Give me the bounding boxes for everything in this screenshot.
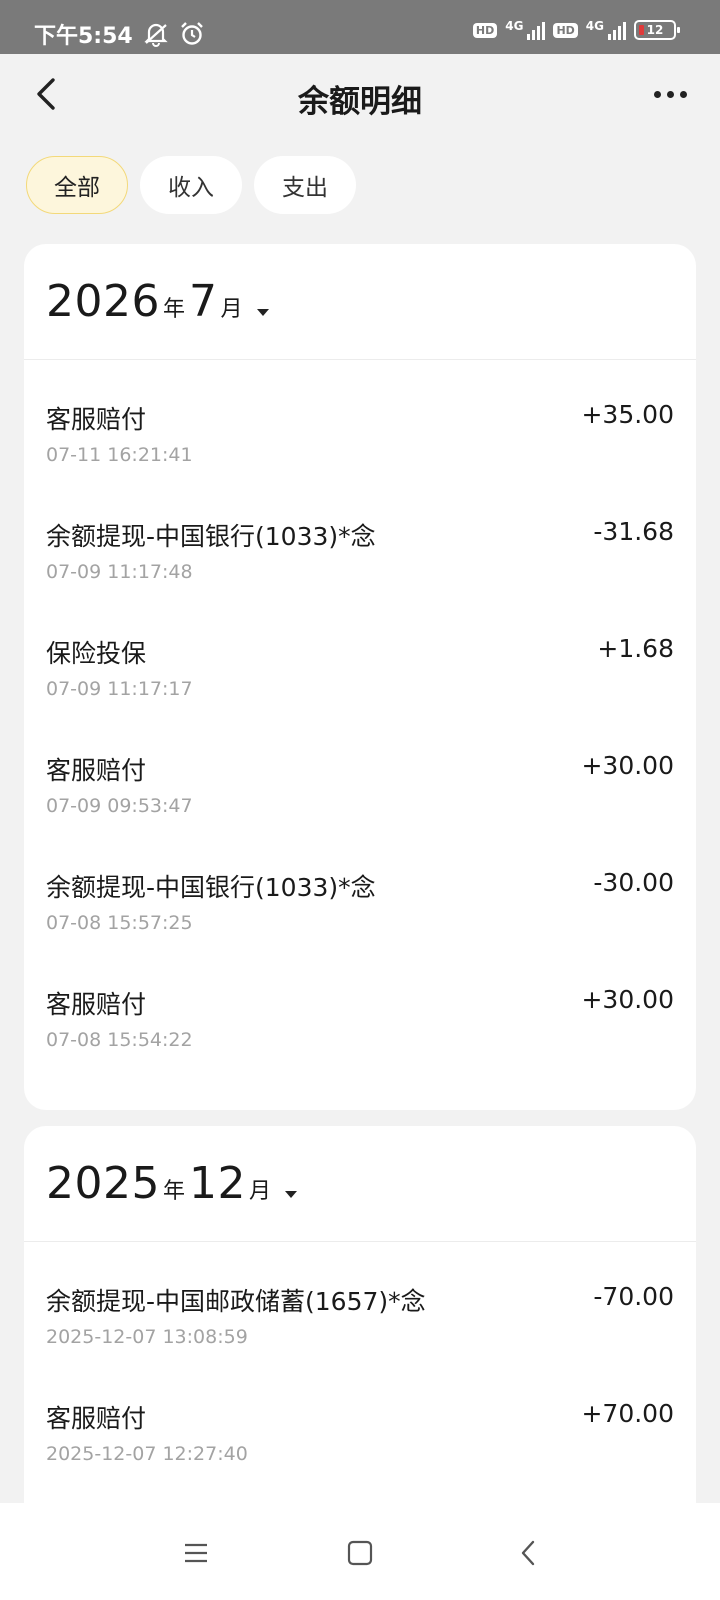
transaction-time: 2025-12-07 13:08:59 [46, 1326, 248, 1348]
transaction-name: 余额提现-中国邮政储蓄(1657)*念 [46, 1287, 426, 1316]
network-type: 4G [505, 19, 524, 33]
month-value: 12 [189, 1158, 246, 1209]
hd-badge-2: HD [553, 22, 578, 38]
transaction-name: 客服赔付 [46, 1404, 147, 1433]
year-value: 2025 [46, 1158, 160, 1209]
transaction-amount: +70.00 [581, 1399, 674, 1428]
transaction-time: 07-09 11:17:17 [46, 678, 193, 700]
year-value: 2026 [46, 276, 160, 327]
year-unit: 年 [162, 1179, 185, 1204]
transaction-name: 客服赔付 [46, 990, 147, 1019]
filter-all[interactable]: 全部 [26, 156, 128, 214]
month-selector[interactable]: 2025 年 12 月 [24, 1126, 696, 1242]
transaction-amount: -30.00 [593, 868, 674, 897]
recent-apps-button[interactable] [176, 1533, 216, 1573]
transaction-name: 客服赔付 [46, 756, 147, 785]
filter-income[interactable]: 收入 [140, 156, 242, 214]
transaction-amount: +35.00 [581, 400, 674, 429]
menu-icon [185, 1543, 207, 1563]
month-value: 7 [189, 276, 218, 327]
transaction-name: 余额提现-中国银行(1033)*念 [46, 873, 376, 902]
transaction-row[interactable]: 保险投保 07-09 11:17:17 +1.68 [24, 594, 696, 711]
transaction-amount: -70.00 [593, 1282, 674, 1311]
filter-tabs: 全部 收入 支出 [26, 156, 356, 214]
transaction-time: 07-11 16:21:41 [46, 444, 193, 466]
transaction-row[interactable]: 客服赔付 07-11 16:21:41 +35.00 [24, 360, 696, 477]
year-unit: 年 [162, 297, 185, 322]
transaction-name: 余额提现-中国银行(1033)*念 [46, 522, 376, 551]
transaction-time: 07-08 15:57:25 [46, 912, 193, 934]
transaction-time: 07-09 11:17:48 [46, 561, 193, 583]
battery-level: 12 [646, 23, 664, 37]
transaction-amount: +1.68 [597, 634, 674, 663]
app-header: 余额明细 [0, 54, 720, 138]
transaction-row[interactable]: 客服赔付 07-08 15:54:22 +30.00 [24, 945, 696, 1062]
transaction-row[interactable]: 客服赔付 2025-12-07 12:27:40 +70.00 [24, 1359, 696, 1476]
transaction-row[interactable]: 客服赔付 07-09 09:53:47 +30.00 [24, 711, 696, 828]
month-selector[interactable]: 2026 年 7 月 [24, 244, 696, 360]
home-button[interactable] [340, 1533, 380, 1573]
transaction-name: 客服赔付 [46, 405, 147, 434]
caret-down-icon [285, 1191, 298, 1198]
month-label: 2026 年 7 月 [46, 276, 269, 327]
transaction-row[interactable]: 余额提现-中国银行(1033)*念 07-08 15:57:25 -30.00 [24, 828, 696, 945]
transaction-time: 07-09 09:53:47 [46, 795, 193, 817]
transaction-row[interactable]: 余额提现-中国银行(1033)*念 07-09 11:17:48 -31.68 [24, 477, 696, 594]
month-group-card: 2025 年 12 月 余额提现-中国邮政储蓄(1657)*念 2025-12-… [24, 1126, 696, 1546]
month-unit: 月 [220, 297, 243, 322]
status-time: 下午5:54 [34, 24, 133, 49]
signal-icon-2 [608, 20, 626, 40]
status-bar: 下午5:54 HD 4G HD 4G 12 [0, 0, 720, 54]
system-nav-bar [0, 1503, 720, 1600]
transaction-amount: -31.68 [593, 517, 674, 546]
alarm-icon [180, 22, 203, 45]
chevron-left-icon [521, 1540, 535, 1566]
more-dot-icon [679, 90, 687, 98]
transaction-time: 07-08 15:54:22 [46, 1029, 193, 1051]
transaction-time: 2025-12-07 12:27:40 [46, 1443, 248, 1465]
month-group-card: 2026 年 7 月 客服赔付 07-11 16:21:41 +35.00 余额… [24, 244, 696, 1110]
system-back-button[interactable] [508, 1533, 548, 1573]
square-icon [347, 1540, 373, 1566]
transaction-row[interactable]: 余额提现-中国邮政储蓄(1657)*念 2025-12-07 13:08:59 … [24, 1242, 696, 1359]
month-unit: 月 [249, 1179, 272, 1204]
caret-down-icon [256, 309, 269, 316]
filter-expense[interactable]: 支出 [254, 156, 356, 214]
hd-badge: HD [472, 22, 498, 38]
signal-icon [527, 20, 546, 40]
status-right: HD 4G HD 4G 12 [472, 19, 680, 40]
month-label: 2025 年 12 月 [46, 1158, 298, 1209]
network-type-2: 4G [585, 19, 604, 33]
transaction-name: 保险投保 [46, 639, 147, 668]
more-options-button[interactable] [650, 78, 690, 110]
battery-icon: 12 [634, 20, 680, 40]
transaction-amount: +30.00 [581, 985, 674, 1014]
page-title: 余额明细 [298, 84, 422, 120]
more-dot-icon [653, 90, 661, 98]
transaction-amount: +30.00 [581, 751, 674, 780]
mute-icon [144, 23, 168, 47]
more-dot-icon [666, 90, 674, 98]
status-left: 下午5:54 [34, 18, 205, 50]
